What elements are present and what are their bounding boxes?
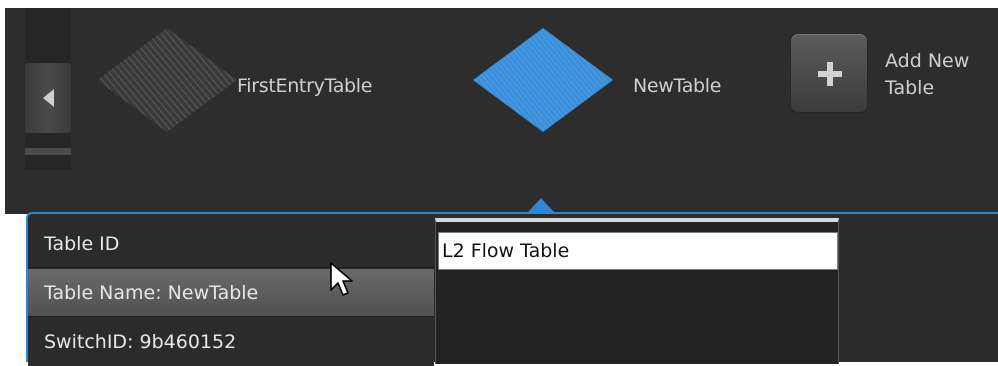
scroll-left-button[interactable] xyxy=(25,63,71,133)
table-item-newtable[interactable]: NewTable xyxy=(473,28,763,140)
property-row-table-id[interactable]: Table ID xyxy=(28,220,434,268)
selection-pointer xyxy=(528,198,554,212)
scrollbar-thumb[interactable] xyxy=(25,148,71,155)
table-id-input[interactable] xyxy=(438,232,838,270)
table-id-editor xyxy=(435,218,839,364)
arrow-left-icon xyxy=(42,89,54,107)
table-properties-panel: Table ID Table Name: NewTable SwitchID: … xyxy=(26,212,998,366)
table-item-firstentry[interactable]: FirstEntryTable xyxy=(97,28,437,140)
diamond-blue-icon xyxy=(473,28,613,132)
add-table-label[interactable]: Add New Table xyxy=(885,48,995,102)
app-window: FirstEntryTable NewTable Add New Table T… xyxy=(0,0,998,366)
property-row-table-name[interactable]: Table Name: NewTable xyxy=(28,269,434,317)
diamond-hatched-icon xyxy=(97,28,237,132)
table-item-label: FirstEntryTable xyxy=(237,75,373,97)
table-item-label: NewTable xyxy=(633,75,722,97)
table-carousel: FirstEntryTable NewTable Add New Table xyxy=(5,8,998,214)
property-row-switch-id[interactable]: SwitchID: 9b460152 xyxy=(28,318,434,366)
mouse-pointer-icon xyxy=(330,262,353,296)
add-table-button[interactable] xyxy=(790,33,868,113)
